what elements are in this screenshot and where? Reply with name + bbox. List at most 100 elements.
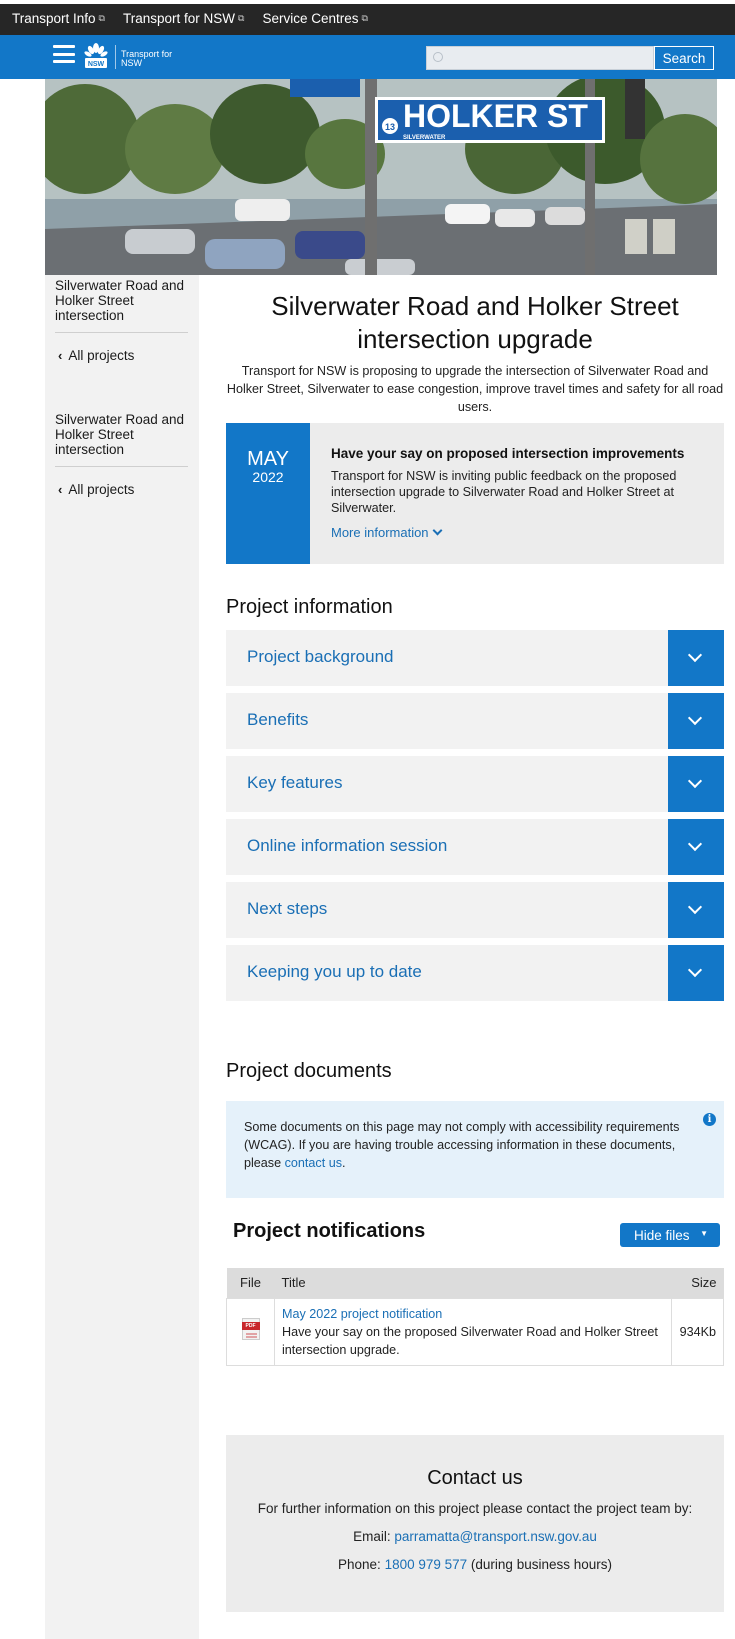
size-cell: 934Kb [671, 1297, 724, 1366]
email-label: Email: [353, 1529, 391, 1544]
info-icon: i [703, 1113, 716, 1126]
accessibility-notice: Some documents on this page may not comp… [226, 1101, 724, 1198]
caret-down-icon: ▼ [700, 1229, 708, 1238]
chevron-left-icon: ‹ [58, 482, 63, 497]
external-link-icon: ⧉ [361, 13, 368, 23]
external-link-icon: ⧉ [98, 13, 105, 23]
chevron-down-icon [687, 710, 703, 726]
hide-files-button[interactable]: Hide files ▼ [620, 1223, 720, 1247]
hide-files-label: Hide files [634, 1227, 690, 1243]
accordion-toggle-button[interactable] [668, 945, 724, 1001]
chevron-down-icon [687, 647, 703, 663]
topbar-link-transport-for-nsw[interactable]: Transport for NSW ⧉ [123, 11, 244, 26]
date-badge: MAY 2022 [226, 423, 310, 564]
file-cell: PDF [226, 1297, 275, 1366]
sidebar-link-label: All projects [68, 348, 135, 363]
callout-text: Transport for NSW is inviting public fee… [331, 469, 677, 515]
column-header-title: Title [274, 1268, 672, 1298]
accordion-label: Benefits [247, 710, 309, 729]
search-icon [433, 52, 443, 62]
accordion-project-background[interactable]: Project background [226, 630, 724, 686]
external-link-icon: ⧉ [238, 13, 245, 23]
phone-label: Phone: [338, 1557, 381, 1572]
more-information-link[interactable]: More information [331, 525, 442, 540]
contact-panel: Contact us For further information on th… [226, 1435, 724, 1612]
sidebar-nav: Silverwater Road and Holker Street inter… [45, 275, 199, 1639]
accordion-label: Project background [247, 647, 394, 666]
project-information-heading: Project information [226, 596, 393, 618]
notice-text-end: . [342, 1156, 346, 1170]
accordion-key-features[interactable]: Key features [226, 756, 724, 812]
contact-email-line: Email: parramatta@transport.nsw.gov.au [226, 1529, 724, 1544]
nsw-waratah-logo-icon[interactable]: NSW [81, 41, 111, 71]
chevron-down-icon [432, 525, 442, 536]
accordion-online-information-session[interactable]: Online information session [226, 819, 724, 875]
accordion-benefits[interactable]: Benefits [226, 693, 724, 749]
project-documents-heading: Project documents [226, 1060, 392, 1082]
accordion-label: Keeping you up to date [247, 962, 422, 981]
project-notifications-heading: Project notifications [233, 1220, 426, 1242]
pdf-icon[interactable]: PDF [241, 1318, 260, 1340]
utility-bar: Transport Info ⧉ Transport for NSW ⧉ Servi… [0, 0, 735, 35]
consultation-callout: MAY 2022 Have your say on proposed inter… [226, 423, 724, 564]
chevron-down-icon [687, 899, 703, 915]
document-link[interactable]: May 2022 project notification [282, 1307, 442, 1321]
sidebar-link-all-projects[interactable]: ‹ All projects [58, 482, 134, 497]
search-button[interactable]: Search [654, 46, 714, 70]
document-description: Have your say on the proposed Silverwate… [282, 1324, 658, 1357]
column-header-size: Size [671, 1268, 724, 1298]
logo-wordmark: Transport for NSW [121, 49, 173, 68]
topbar-link-service-centres[interactable]: Service Centres ⧉ [262, 11, 367, 26]
title-cell: May 2022 project notification Have your … [274, 1297, 672, 1366]
menu-icon[interactable] [53, 45, 75, 63]
svg-text:HOLKER ST: HOLKER ST [403, 98, 588, 134]
topbar-link-transport-info[interactable]: Transport Info ⧉ [12, 11, 105, 26]
more-information-label: More information [331, 525, 429, 540]
svg-text:SILVERWATER: SILVERWATER [403, 135, 446, 141]
phone-note: (during business hours) [470, 1557, 612, 1572]
accordion-toggle-button[interactable] [668, 693, 724, 749]
svg-text:NSW: NSW [88, 61, 105, 68]
table-header-row: File Title Size [226, 1268, 724, 1298]
notice-text: Some documents on this page may not comp… [244, 1118, 694, 1172]
site-header: NSW Transport for NSW Search [0, 35, 735, 79]
accordion-label: Next steps [247, 899, 328, 918]
accordion-toggle-button[interactable] [668, 819, 724, 875]
accordion-toggle-button[interactable] [668, 756, 724, 812]
contact-phone-line: Phone: 1800 979 577 (during business hou… [226, 1557, 724, 1572]
accordion-toggle-button[interactable] [668, 630, 724, 686]
accordion-label: Key features [247, 773, 343, 792]
sidebar-title: Silverwater Road and Holker Street inter… [55, 412, 185, 457]
search-input[interactable] [427, 47, 653, 69]
column-header-file: File [226, 1268, 275, 1298]
email-link[interactable]: parramatta@transport.nsw.gov.au [394, 1529, 597, 1544]
chevron-down-icon [687, 773, 703, 789]
sidebar-link-label: All projects [68, 482, 135, 497]
sidebar-divider [55, 466, 188, 467]
accordion-keeping-you-up-to-date[interactable]: Keeping you up to date [226, 945, 724, 1001]
topbar-link-label: Transport Info [12, 11, 96, 26]
accordion-label: Online information session [247, 836, 448, 855]
topbar-link-label: Service Centres [262, 11, 359, 26]
chevron-down-icon [687, 962, 703, 978]
topbar-link-label: Transport for NSW [122, 11, 236, 26]
page-intro: Transport for NSW is proposing to upgrad… [226, 364, 724, 414]
page-title: Silverwater Road and Holker Street inter… [271, 291, 679, 354]
search-field[interactable] [426, 46, 654, 70]
logo-divider [115, 45, 116, 69]
chevron-down-icon [687, 836, 703, 852]
callout-heading: Have your say on proposed intersection i… [331, 446, 685, 461]
accordion-next-steps[interactable]: Next steps [226, 882, 724, 938]
sidebar-link-all-projects[interactable]: ‹ All projects [58, 348, 134, 363]
table-row: PDF May 2022 project notification Have y… [226, 1297, 724, 1366]
accordion-toggle-button[interactable] [668, 882, 724, 938]
chevron-left-icon: ‹ [58, 348, 63, 363]
contact-intro: For further information on this project … [257, 1501, 693, 1516]
contact-us-link[interactable]: contact us [285, 1156, 342, 1170]
phone-link[interactable]: 1800 979 577 [385, 1557, 468, 1572]
date-year: 2022 [252, 469, 284, 485]
hero-image: 13 HOLKER ST SILVERWATER [45, 79, 717, 275]
sidebar-divider [55, 332, 188, 333]
contact-title: Contact us [427, 1467, 523, 1489]
svg-text:13: 13 [385, 122, 395, 132]
